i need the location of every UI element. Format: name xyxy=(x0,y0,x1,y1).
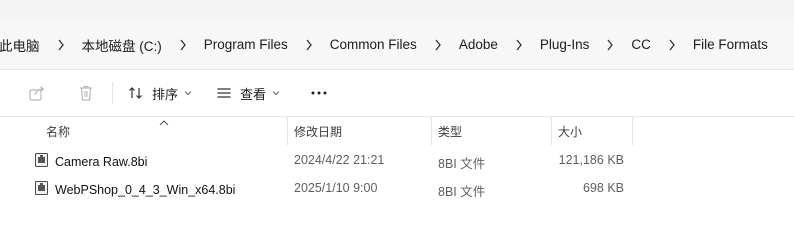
file-name-cell[interactable]: WebPShop_0_4_3_Win_x64.8bi xyxy=(34,180,235,199)
chevron-right-icon[interactable] xyxy=(292,37,326,52)
breadcrumb-item-common-files[interactable]: Common Files xyxy=(326,37,421,52)
column-divider[interactable] xyxy=(551,117,552,145)
share-icon xyxy=(28,84,46,102)
sort-button[interactable]: 排序 xyxy=(128,70,192,116)
breadcrumb-item-cc[interactable]: CC xyxy=(627,37,655,52)
column-header-name[interactable]: 名称 xyxy=(46,123,70,140)
breadcrumb-item-program-files[interactable]: Program Files xyxy=(200,37,292,52)
chevron-right-icon[interactable] xyxy=(166,37,200,52)
column-divider[interactable] xyxy=(287,117,288,145)
chevron-right-icon[interactable] xyxy=(44,37,78,52)
more-icon xyxy=(310,90,328,96)
file-size: 698 KB xyxy=(582,181,624,195)
file-type: 8BI 文件 xyxy=(438,185,486,199)
column-header-row: 名称 修改日期 类型 大小 xyxy=(0,117,794,145)
chevron-down-icon xyxy=(184,90,192,96)
column-header-type[interactable]: 类型 xyxy=(438,123,462,140)
toolbar-divider xyxy=(112,82,113,104)
breadcrumb-item-this-pc[interactable]: 此电脑 xyxy=(0,35,44,55)
delete-button[interactable] xyxy=(77,70,95,116)
title-bar-strip xyxy=(0,0,794,20)
delete-icon xyxy=(77,84,95,102)
breadcrumb[interactable]: 此电脑 本地磁盘 (C:) Program Files Common Files… xyxy=(0,20,794,70)
column-header-size[interactable]: 大小 xyxy=(558,123,582,140)
breadcrumb-item-plug-ins[interactable]: Plug-Ins xyxy=(536,37,594,52)
breadcrumb-item-local-disk[interactable]: 本地磁盘 (C:) xyxy=(78,35,166,55)
chevron-right-icon[interactable] xyxy=(502,37,536,52)
sort-ascending-icon xyxy=(159,115,169,129)
plugin-file-icon xyxy=(34,152,49,171)
command-bar: 排序 查看 xyxy=(0,70,794,117)
file-name: WebPShop_0_4_3_Win_x64.8bi xyxy=(55,182,236,197)
view-label: 查看 xyxy=(240,86,267,102)
file-row[interactable]: WebPShop_0_4_3_Win_x64.8bi 2025/1/10 9:0… xyxy=(0,174,794,204)
file-modified: 2025/1/10 9:00 xyxy=(294,181,378,195)
column-header-modified[interactable]: 修改日期 xyxy=(294,123,342,140)
chevron-right-icon[interactable] xyxy=(421,37,455,52)
share-button[interactable] xyxy=(28,70,46,116)
chevron-right-icon[interactable] xyxy=(593,37,627,52)
file-name-cell[interactable]: Camera Raw.8bi xyxy=(34,152,147,171)
view-icon xyxy=(216,85,232,101)
column-divider[interactable] xyxy=(431,117,432,145)
sort-icon xyxy=(128,85,144,101)
plugin-file-icon xyxy=(34,180,49,199)
file-size: 121,186 KB xyxy=(558,153,624,167)
file-type: 8BI 文件 xyxy=(438,157,486,171)
view-button[interactable]: 查看 xyxy=(216,70,280,116)
breadcrumb-item-file-formats[interactable]: File Formats xyxy=(689,37,772,52)
file-name: Camera Raw.8bi xyxy=(55,154,148,169)
more-options-button[interactable] xyxy=(310,70,328,116)
breadcrumb-item-adobe[interactable]: Adobe xyxy=(455,37,502,52)
file-row[interactable]: Camera Raw.8bi 2024/4/22 21:21 8BI 文件 12… xyxy=(0,146,794,176)
sort-label: 排序 xyxy=(152,86,179,102)
chevron-down-icon xyxy=(272,90,280,96)
file-modified: 2024/4/22 21:21 xyxy=(294,153,385,167)
chevron-right-icon[interactable] xyxy=(655,37,689,52)
column-divider[interactable] xyxy=(632,117,633,145)
